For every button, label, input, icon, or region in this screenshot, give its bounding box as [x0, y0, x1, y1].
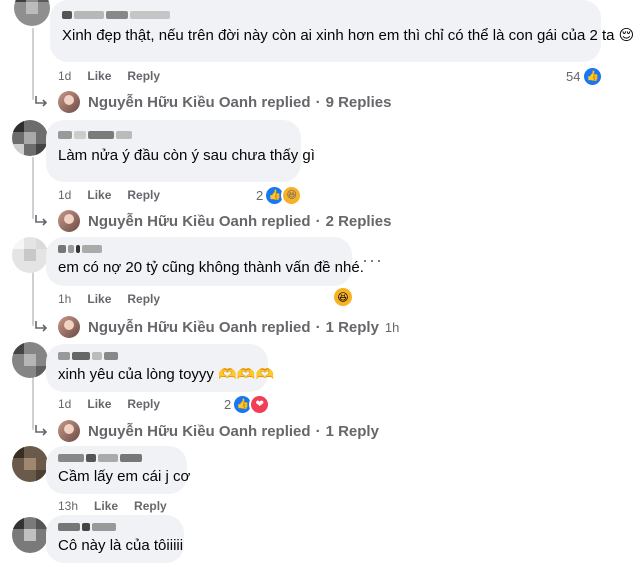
comment-text: em có nợ 20 tỷ cũng không thành vấn đề n…: [58, 259, 364, 276]
comment-actions: 1d Like Reply: [58, 188, 160, 202]
avatar[interactable]: [12, 120, 48, 156]
reply-arrow-icon: [35, 425, 48, 436]
like-button[interactable]: Like: [87, 397, 111, 411]
separator-dot: ·: [315, 422, 321, 440]
separator-dot: ·: [315, 93, 321, 111]
replier-label: Nguyễn Hữu Kiều Oanh replied: [88, 318, 311, 336]
reaction-summary[interactable]: 2 👍 😆: [256, 185, 303, 206]
comment-bubble: em có nợ 20 tỷ cũng không thành vấn đề n…: [46, 237, 364, 286]
reply-count: 1 Reply: [325, 422, 379, 440]
reaction-count: 2: [256, 188, 264, 203]
reply-count: 2 Replies: [325, 212, 392, 230]
reaction-summary[interactable]: 2 👍 ❤: [224, 394, 271, 415]
like-button[interactable]: Like: [87, 69, 111, 83]
reply-button[interactable]: Reply: [134, 499, 167, 513]
comment-text: xinh yêu của lòng toyyy 🫶🫶🫶: [58, 366, 275, 383]
comment-actions: 1d Like Reply: [58, 397, 160, 411]
like-reaction-icon: 👍: [582, 66, 604, 87]
view-replies[interactable]: Nguyễn Hữu Kiều Oanh replied · 2 Replies: [34, 210, 391, 232]
avatar[interactable]: [12, 342, 48, 378]
avatar[interactable]: [12, 446, 48, 482]
view-replies[interactable]: Nguyễn Hữu Kiều Oanh replied · 1 Reply 1…: [34, 316, 399, 338]
comment-actions: 1h Like Reply: [58, 292, 160, 306]
avatar: [58, 420, 80, 442]
reaction-count: 2: [224, 397, 232, 412]
reply-button[interactable]: Reply: [127, 292, 160, 306]
reply-count: 1 Reply: [325, 318, 379, 336]
reply-button[interactable]: Reply: [127, 397, 160, 411]
comment-actions: 1d Like Reply: [58, 69, 160, 83]
reply-count: 9 Replies: [325, 93, 392, 111]
view-replies[interactable]: Nguyễn Hữu Kiều Oanh replied · 1 Reply: [34, 420, 379, 442]
avatar: [58, 91, 80, 113]
avatar[interactable]: [12, 517, 48, 553]
comment-time[interactable]: 1d: [58, 69, 71, 83]
comment-time[interactable]: 1d: [58, 188, 71, 202]
avatar: [58, 210, 80, 232]
thread-line: [32, 28, 34, 100]
comment-text: Làm nửa ý đầu còn ý sau chưa thấy gì: [58, 147, 315, 164]
reply-time: 1h: [384, 319, 400, 335]
like-button[interactable]: Like: [87, 188, 111, 202]
reply-arrow-icon: [35, 321, 48, 332]
reaction-summary[interactable]: 54 👍: [566, 66, 604, 87]
avatar: [58, 316, 80, 338]
comment-time[interactable]: 13h: [58, 499, 78, 513]
love-reaction-icon: ❤: [249, 394, 271, 415]
comment-bubble: Cầm lấy em cái j cơ: [46, 446, 191, 494]
author-name-blurred[interactable]: [62, 8, 589, 22]
replier-label: Nguyễn Hữu Kiều Oanh replied: [88, 93, 311, 111]
comment-actions: 13h Like Reply: [58, 499, 167, 513]
reply-button[interactable]: Reply: [127, 69, 160, 83]
author-name-blurred[interactable]: [58, 520, 172, 534]
author-name-blurred[interactable]: [58, 242, 340, 256]
comment-bubble: Làm nửa ý đầu còn ý sau chưa thấy gì: [46, 120, 315, 182]
haha-reaction-icon[interactable]: 😆: [334, 288, 352, 306]
comment-time[interactable]: 1d: [58, 397, 71, 411]
author-name-blurred[interactable]: [58, 451, 175, 465]
comment-time[interactable]: 1h: [58, 292, 71, 306]
replier-label: Nguyễn Hữu Kiều Oanh replied: [88, 422, 311, 440]
view-replies[interactable]: Nguyễn Hữu Kiều Oanh replied · 9 Replies: [34, 91, 391, 113]
avatar[interactable]: [12, 237, 48, 273]
reply-button[interactable]: Reply: [127, 188, 160, 202]
reply-arrow-icon: [35, 215, 48, 226]
replier-label: Nguyễn Hữu Kiều Oanh replied: [88, 212, 311, 230]
reply-arrow-icon: [35, 96, 48, 107]
author-name-blurred[interactable]: [58, 128, 289, 142]
comment-bubble: xinh yêu của lòng toyyy 🫶🫶🫶: [46, 344, 275, 392]
more-options-button[interactable]: ···: [362, 250, 383, 271]
comment-bubble: Cô này là của tôiiiii: [46, 515, 184, 563]
comment-text: Cô này là của tôiiiii: [58, 537, 184, 554]
reaction-count: 54: [566, 69, 581, 84]
separator-dot: ·: [315, 318, 321, 336]
like-button[interactable]: Like: [87, 292, 111, 306]
separator-dot: ·: [315, 212, 321, 230]
avatar[interactable]: [14, 0, 50, 26]
author-name-blurred[interactable]: [58, 349, 256, 363]
like-button[interactable]: Like: [94, 499, 118, 513]
haha-reaction-icon: 😆: [281, 185, 303, 206]
comment-text: Cầm lấy em cái j cơ: [58, 468, 191, 485]
comment-text: Xinh đẹp thật, nếu trên đời này còn ai x…: [62, 27, 635, 44]
comment-bubble: Xinh đẹp thật, nếu trên đời này còn ai x…: [50, 0, 635, 62]
